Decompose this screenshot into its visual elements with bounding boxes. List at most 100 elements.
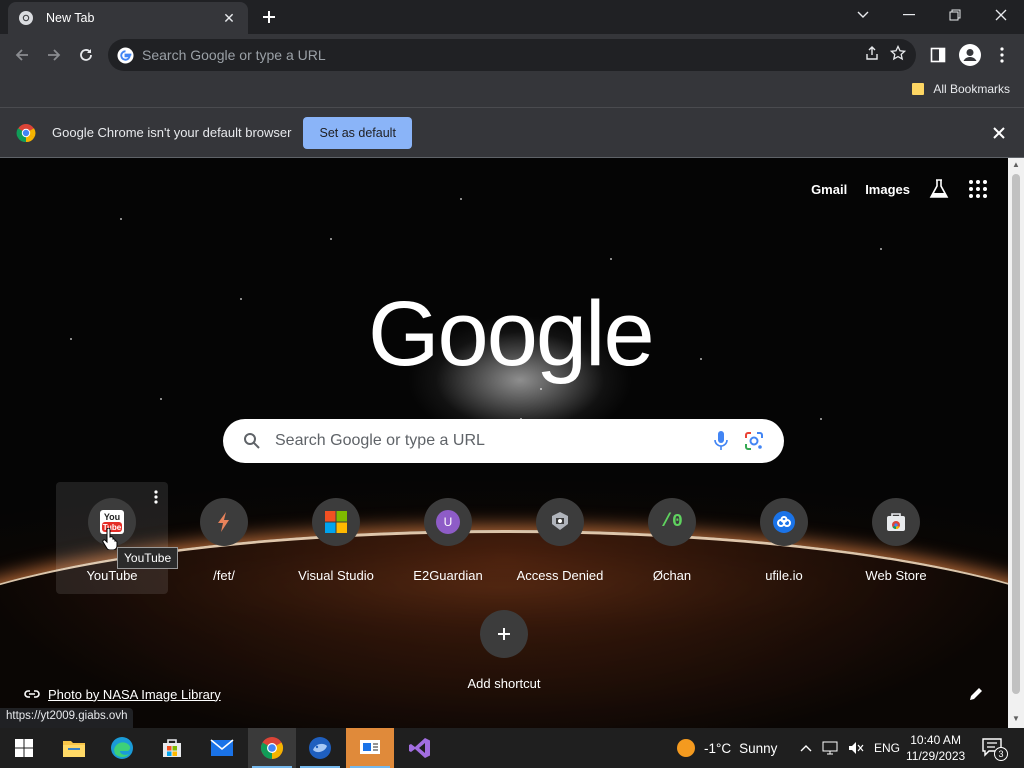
shortcut-label: YouTube xyxy=(86,568,138,583)
tab-new-tab[interactable]: New Tab ✕ xyxy=(8,2,248,34)
chrome-menu-button[interactable] xyxy=(988,41,1016,69)
shortcut-icon-circle xyxy=(312,498,360,546)
shortcut-icon-circle xyxy=(200,498,248,546)
tab-search-button[interactable] xyxy=(840,0,886,30)
volume-muted-icon[interactable] xyxy=(848,741,864,755)
shortcut-tile[interactable]: /fet/ xyxy=(168,482,280,594)
infobar-close-button[interactable] xyxy=(990,124,1008,142)
notification-center-button[interactable]: 3 xyxy=(980,734,1010,762)
store-button[interactable] xyxy=(148,728,196,768)
shortcut-label: Web Store xyxy=(865,568,927,583)
windows-taskbar: -1°C Sunny ENG 10:40 AM 11/29/2023 3 xyxy=(0,728,1024,768)
toolbar: Search Google or type a URL xyxy=(0,34,1024,76)
presentation-icon xyxy=(360,740,380,754)
back-button[interactable] xyxy=(8,41,36,69)
apps-grid-icon[interactable] xyxy=(968,179,988,199)
share-icon[interactable] xyxy=(864,45,880,61)
chrome-icon xyxy=(261,737,283,759)
scroll-up-arrow-icon[interactable]: ▲ xyxy=(1012,160,1020,169)
shortcut-label: E2Guardian xyxy=(413,568,483,583)
restore-button[interactable] xyxy=(932,0,978,30)
folder-icon xyxy=(63,741,85,757)
kebab-menu-icon xyxy=(1000,47,1004,63)
page-scrollbar[interactable]: ▲ ▼ xyxy=(1008,158,1024,728)
shortcut-tile[interactable]: Web Store xyxy=(840,482,952,594)
lightning-icon xyxy=(218,512,229,532)
weather-widget[interactable]: -1°C Sunny xyxy=(676,728,777,768)
tab-title: New Tab xyxy=(46,11,95,25)
notification-count-badge: 3 xyxy=(994,747,1008,761)
shortcut-label: /fet/ xyxy=(213,568,235,583)
folder-icon xyxy=(912,83,925,95)
set-as-default-button[interactable]: Set as default xyxy=(303,116,412,149)
edge-button[interactable] xyxy=(98,728,146,768)
shortcut-icon-circle xyxy=(760,498,808,546)
add-shortcut-circle xyxy=(480,610,528,658)
title-bar: New Tab ✕ xyxy=(0,0,1024,34)
windows-logo-icon xyxy=(15,739,33,757)
thunderbird-button[interactable] xyxy=(296,728,344,768)
reload-button[interactable] xyxy=(72,41,100,69)
customize-pencil-icon[interactable] xyxy=(968,686,984,702)
tooltip: YouTube xyxy=(117,547,179,569)
shortcut-tile[interactable]: ufile.io xyxy=(728,482,840,594)
microsoft-icon xyxy=(325,511,347,533)
gmail-link[interactable]: Gmail xyxy=(811,182,847,197)
clock[interactable]: 10:40 AM 11/29/2023 xyxy=(906,732,965,764)
input-language[interactable]: ENG xyxy=(874,741,900,755)
close-window-button[interactable] xyxy=(978,0,1024,30)
shortcut-tile[interactable]: U E2Guardian xyxy=(392,482,504,594)
system-tray: ENG xyxy=(800,728,900,768)
weather-description: Sunny xyxy=(739,740,778,756)
profile-button[interactable] xyxy=(956,41,984,69)
security-badge-icon xyxy=(552,512,568,530)
ntp-search-box[interactable]: Search Google or type a URL xyxy=(223,419,784,463)
add-shortcut-label: Add shortcut xyxy=(467,676,541,691)
close-icon xyxy=(995,9,1007,21)
chevron-up-icon[interactable] xyxy=(800,744,812,752)
shortcut-label: ufile.io xyxy=(765,568,803,583)
visual-studio-button[interactable] xyxy=(396,728,444,768)
omnibox[interactable]: Search Google or type a URL xyxy=(108,39,916,71)
letter-u-icon: U xyxy=(436,510,460,534)
scroll-down-arrow-icon[interactable]: ▼ xyxy=(1012,714,1020,723)
scrollbar-thumb[interactable] xyxy=(1012,174,1020,694)
restore-icon xyxy=(949,9,961,21)
network-icon[interactable] xyxy=(822,741,838,755)
shortcut-tile[interactable]: Access Denied xyxy=(504,482,616,594)
side-panel-button[interactable] xyxy=(924,41,952,69)
store-bag-icon xyxy=(163,739,181,757)
forward-button[interactable] xyxy=(40,41,68,69)
labs-flask-icon[interactable] xyxy=(928,178,950,200)
shortcut-icon-circle: /0 xyxy=(648,498,696,546)
shortcut-tile[interactable]: Visual Studio xyxy=(280,482,392,594)
new-tab-button[interactable] xyxy=(258,6,280,28)
photo-credit-link[interactable]: Photo by NASA Image Library xyxy=(48,687,221,702)
all-bookmarks-button[interactable]: All Bookmarks xyxy=(911,82,1010,96)
shortcut-menu-icon[interactable] xyxy=(154,490,158,504)
chrome-taskbar-button[interactable] xyxy=(248,728,296,768)
photo-credit: Photo by NASA Image Library xyxy=(24,686,221,702)
voice-search-icon[interactable] xyxy=(714,431,728,451)
shortcut-icon-circle xyxy=(536,498,584,546)
mail-button[interactable] xyxy=(198,728,246,768)
shortcut-icon-circle xyxy=(872,498,920,546)
google-logo: Google xyxy=(368,283,655,385)
svg-text:You: You xyxy=(104,512,120,522)
file-explorer-button[interactable] xyxy=(50,728,98,768)
start-button[interactable] xyxy=(0,728,48,768)
tab-close-icon[interactable]: ✕ xyxy=(220,9,238,27)
bookmark-star-icon[interactable] xyxy=(890,45,906,61)
screen-app-button[interactable] xyxy=(346,728,394,768)
add-shortcut-tile[interactable]: Add shortcut xyxy=(456,610,552,691)
minimize-button[interactable] xyxy=(886,0,932,30)
search-placeholder: Search Google or type a URL xyxy=(275,432,485,449)
images-link[interactable]: Images xyxy=(865,182,910,197)
forward-arrow-icon xyxy=(48,49,61,61)
back-arrow-icon xyxy=(15,49,28,61)
side-panel-icon xyxy=(930,47,946,63)
web-store-icon xyxy=(887,513,905,531)
google-lens-icon[interactable] xyxy=(744,431,764,451)
reload-icon xyxy=(80,49,92,61)
shortcut-tile[interactable]: /0 Øchan xyxy=(616,482,728,594)
